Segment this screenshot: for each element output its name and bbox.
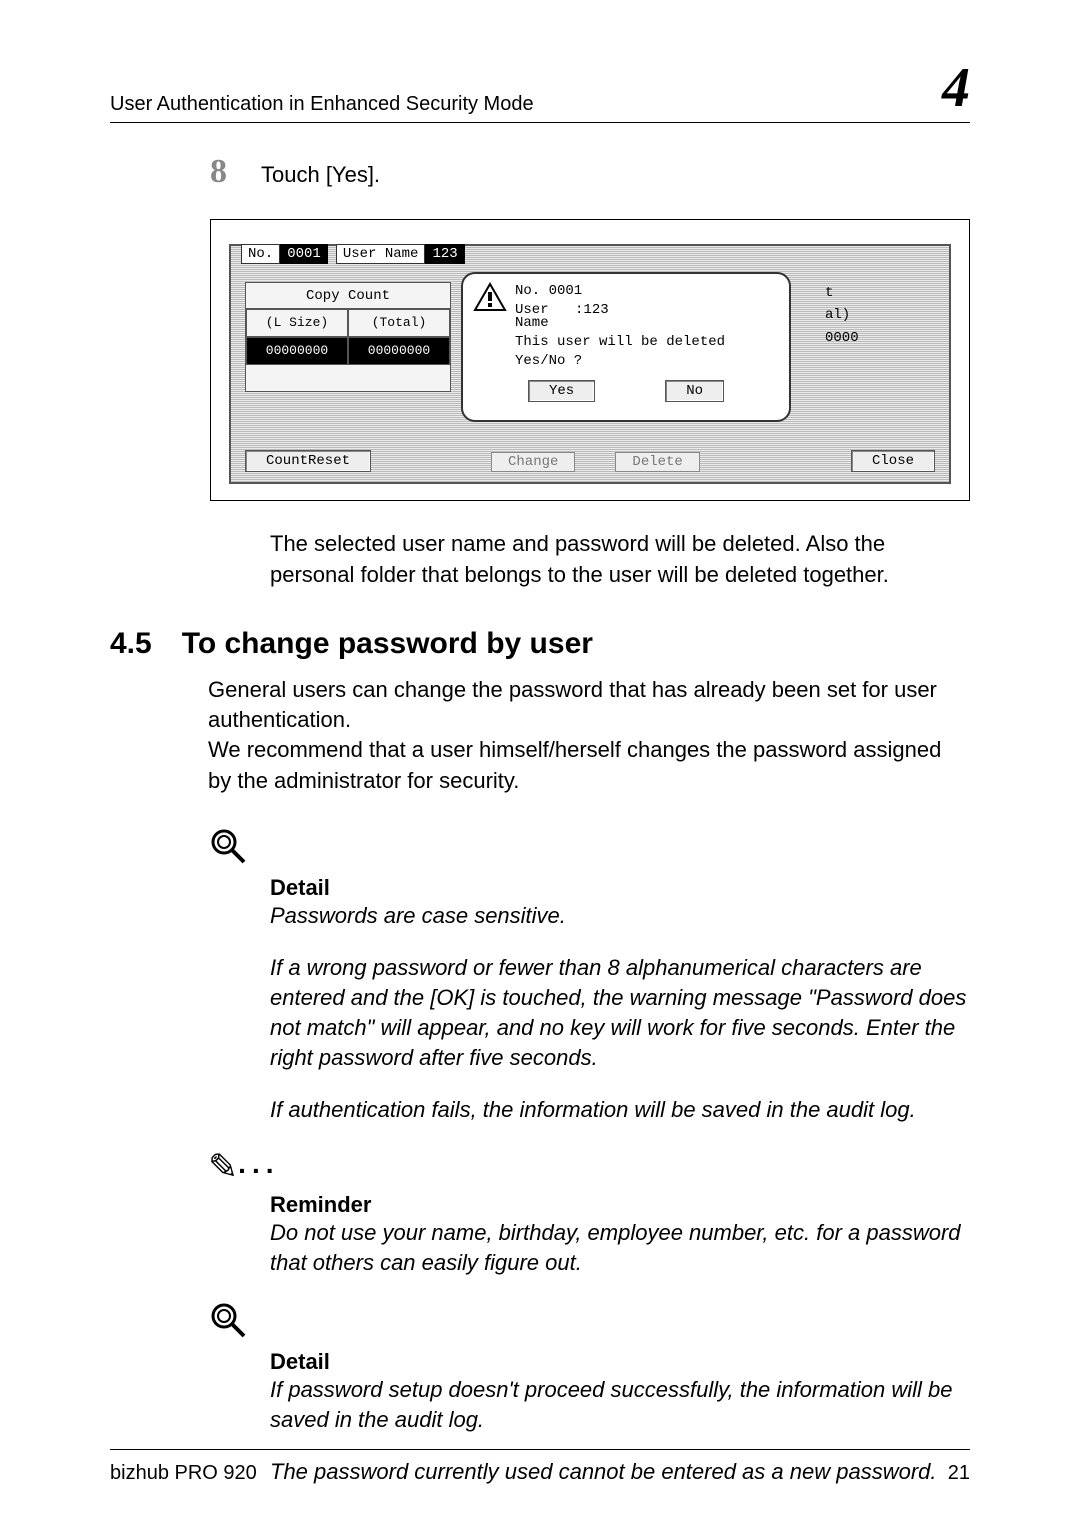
copy-count-panel: Copy Count (L Size) (Total) 00000000 000… [245,282,451,392]
change-button-ghost: Change [491,452,575,472]
ellipsis-icon: ... [238,1148,279,1179]
step-instruction: Touch [Yes]. [261,162,380,188]
running-head: User Authentication in Enhanced Security… [110,93,534,116]
detail2-head: Detail [270,1349,970,1375]
reminder-p1: Do not use your name, birthday, employee… [270,1218,970,1278]
magnifier-icon [208,826,248,871]
footer-left: bizhub PRO 920 [110,1462,257,1485]
lcd-no-value: 0001 [280,244,328,264]
detail1-head: Detail [270,875,970,901]
modal-line1: No. 0001 [515,282,725,301]
lcd-no-label: No. [241,244,280,264]
lsize-value: 00000000 [246,337,348,365]
modal-user-suffix: :123 [575,302,609,318]
modal-line3: This user will be deleted [515,333,725,352]
modal-no-button[interactable]: No [665,380,724,402]
detail2-p1: If password setup doesn't proceed succes… [270,1375,970,1435]
modal-user-label-2: Name [515,314,725,333]
copy-count-header: Copy Count [246,283,450,309]
section-title: To change password by user [182,627,593,661]
right-zeros: 0000 [825,327,935,349]
section-number: 4.5 [110,627,152,661]
right-t: t [825,282,935,304]
section-body: General users can change the password th… [208,675,970,796]
magnifier-icon-2 [208,1300,248,1345]
reminder-head: Reminder [270,1192,970,1218]
detail1-p2: If a wrong password or fewer than 8 alph… [270,953,970,1073]
lcd-screenshot: No. 0001 User Name 123 Copy Count (L Siz… [210,219,970,501]
right-al: al) [825,304,935,326]
count-reset-button[interactable]: CountReset [245,450,371,472]
footer-page-number: 21 [948,1462,970,1485]
total-value: 00000000 [348,337,450,365]
warning-icon [473,282,507,312]
chapter-number-glyph: 4 [942,60,970,116]
delete-button-ghost: Delete [615,452,699,472]
detail1-p3: If authentication fails, the information… [270,1095,970,1125]
modal-line4: Yes/No ? [515,352,725,371]
lcd-username-value: 123 [425,244,464,264]
total-label: (Total) [348,309,450,337]
detail1-p1: Passwords are case sensitive. [270,901,970,931]
pen-icon: ✎ [208,1146,238,1188]
close-button[interactable]: Close [851,450,935,472]
modal-yes-button[interactable]: Yes [528,380,595,402]
step-number: 8 [210,153,227,191]
lsize-label: (L Size) [246,309,348,337]
lcd-username-label: User Name [336,244,426,264]
post-screenshot-paragraph: The selected user name and password will… [270,529,970,591]
confirm-modal: No. 0001 User :123 Name This user will b… [461,272,791,422]
right-fragment-panel: t al) 0000 [825,282,935,392]
